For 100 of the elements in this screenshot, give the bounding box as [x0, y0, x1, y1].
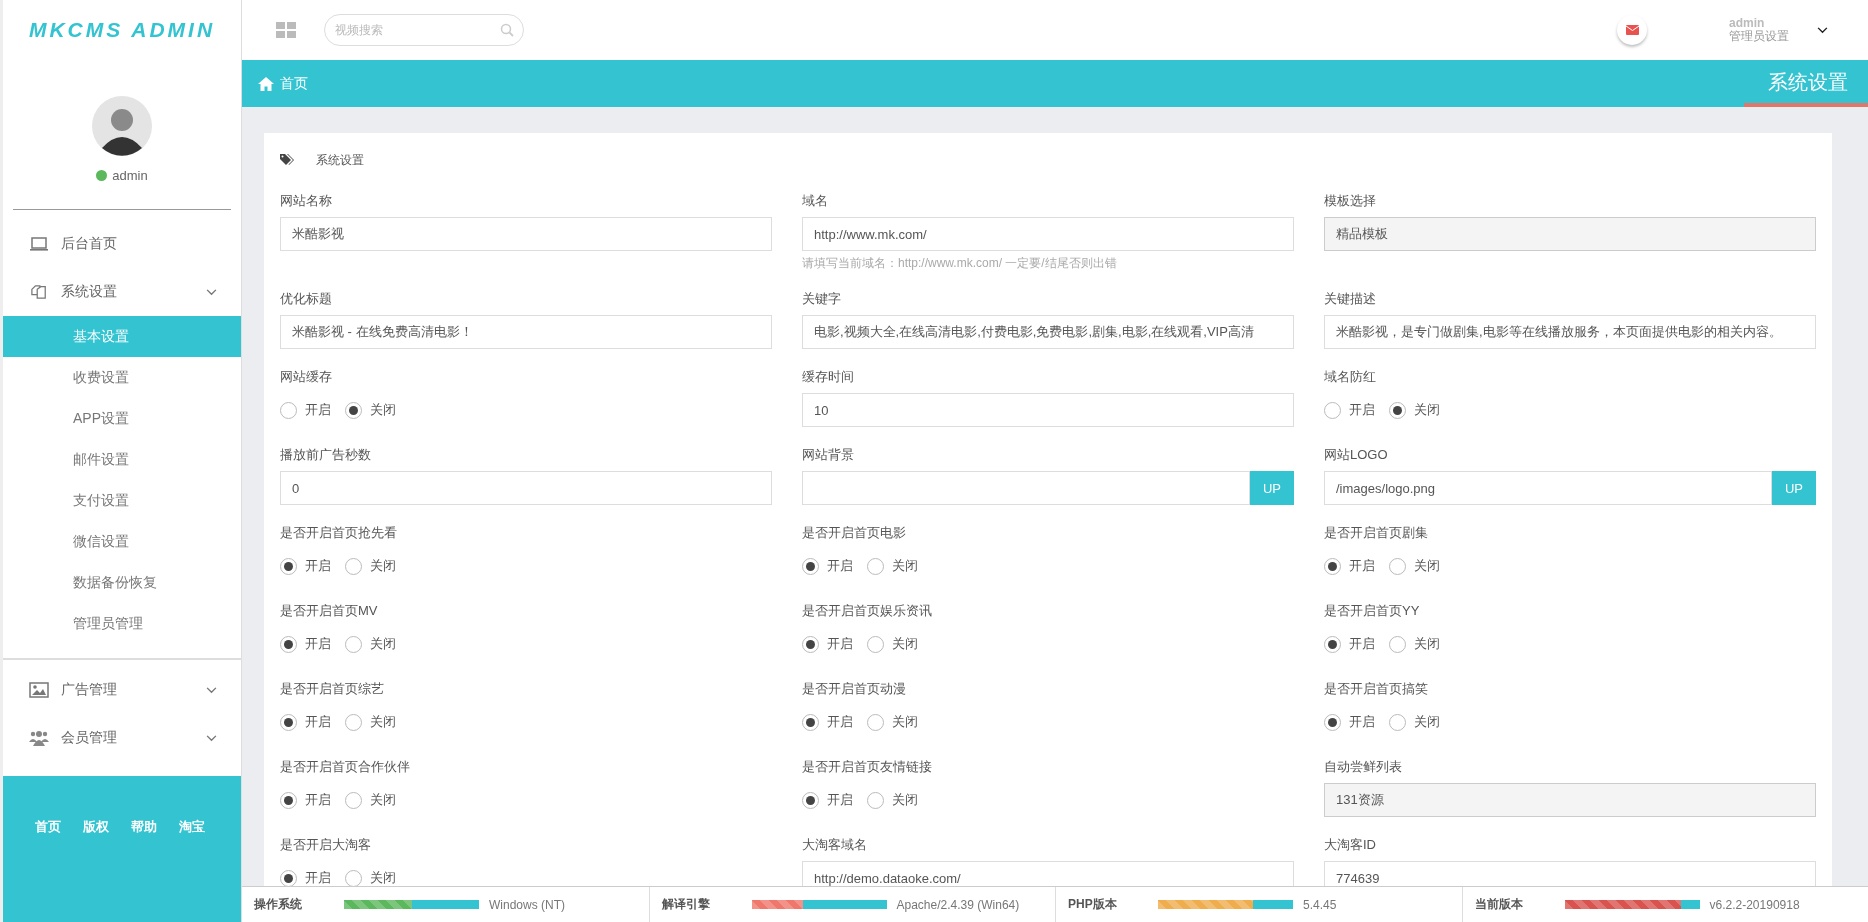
- text-field[interactable]: 0: [280, 471, 772, 505]
- radio-button[interactable]: [1324, 401, 1341, 419]
- radio-option[interactable]: 开启: [1324, 713, 1375, 731]
- radio-button[interactable]: [867, 635, 884, 653]
- nav-item[interactable]: 系统设置: [3, 268, 241, 316]
- radio-option[interactable]: 关闭: [1389, 635, 1440, 653]
- radio-option[interactable]: 开启: [280, 635, 331, 653]
- nav-item[interactable]: 后台首页: [3, 220, 241, 268]
- radio-button[interactable]: [802, 635, 819, 653]
- radio-button[interactable]: [280, 635, 297, 653]
- radio-option[interactable]: 关闭: [345, 713, 396, 731]
- radio-button[interactable]: [802, 791, 819, 809]
- text-field[interactable]: 电影,视频大全,在线高清电影,付费电影,免费电影,剧集,电影,在线观看,VIP高清: [802, 315, 1294, 349]
- card-title: 系统设置: [316, 151, 364, 169]
- radio-option[interactable]: 关闭: [345, 869, 396, 886]
- radio-option[interactable]: 开启: [280, 401, 331, 419]
- field-label: 网站名称: [280, 192, 333, 210]
- mail-button[interactable]: [1617, 15, 1647, 45]
- radio-option[interactable]: 关闭: [345, 401, 396, 419]
- radio-button[interactable]: [867, 713, 884, 731]
- radio-option[interactable]: 关闭: [867, 713, 918, 731]
- field-label: 优化标题: [280, 290, 333, 308]
- nav-item[interactable]: 会员管理: [3, 714, 241, 762]
- field-label: 大淘客ID: [1324, 836, 1377, 854]
- nav-subitem[interactable]: 管理员管理: [3, 603, 241, 644]
- radio-button[interactable]: [345, 557, 362, 575]
- radio-option[interactable]: 开启: [1324, 401, 1375, 419]
- radio-button[interactable]: [280, 869, 297, 886]
- field-label: 缓存时间: [802, 368, 855, 386]
- status-label: 解译引擎: [661, 896, 711, 913]
- radio-button[interactable]: [280, 791, 297, 809]
- field-label: 网站LOGO: [1324, 446, 1389, 464]
- radio-option[interactable]: 关闭: [867, 635, 918, 653]
- search-field[interactable]: 视频搜索: [324, 14, 524, 46]
- radio-button[interactable]: [280, 713, 297, 731]
- text-field[interactable]: 米酷影视，是专门做剧集,电影等在线播放服务，本页面提供电影的相关内容。: [1324, 315, 1816, 349]
- radio-button[interactable]: [345, 635, 362, 653]
- radio-button[interactable]: [345, 401, 362, 419]
- radio-option[interactable]: 开启: [280, 557, 331, 575]
- grid-icon[interactable]: [276, 22, 296, 38]
- text-field[interactable]: 米酷影视 - 在线免费高清电影！: [280, 315, 772, 349]
- radio-option[interactable]: 关闭: [345, 791, 396, 809]
- radio-option[interactable]: 关闭: [1389, 713, 1440, 731]
- avatar: [92, 96, 152, 156]
- page-title: 系统设置: [1744, 60, 1868, 107]
- radio-button[interactable]: [280, 557, 297, 575]
- radio-option[interactable]: 关闭: [345, 557, 396, 575]
- radio-button[interactable]: [345, 869, 362, 886]
- mail-icon: [1625, 25, 1639, 35]
- radio-button[interactable]: [1389, 401, 1406, 419]
- nav-subitem[interactable]: APP设置: [3, 398, 241, 439]
- field-label: 自动尝鲜列表: [1324, 758, 1403, 776]
- text-field[interactable]: http://www.mk.com/: [802, 217, 1294, 251]
- radio-button[interactable]: [1389, 635, 1406, 653]
- text-field[interactable]: 10: [802, 393, 1294, 427]
- nav-subitem[interactable]: 邮件设置: [3, 439, 241, 480]
- radio-option[interactable]: 开启: [802, 557, 853, 575]
- radio-button[interactable]: [802, 557, 819, 575]
- nav-item[interactable]: 广告管理: [3, 666, 241, 714]
- text-field[interactable]: 774639: [1324, 861, 1816, 886]
- radio-option[interactable]: 开启: [1324, 557, 1375, 575]
- text-field[interactable]: 米酷影视: [280, 217, 772, 251]
- search-icon[interactable]: [500, 23, 514, 37]
- radio-button[interactable]: [1324, 557, 1341, 575]
- status-value: 5.4.45: [1303, 897, 1337, 912]
- nav-subitem[interactable]: 支付设置: [3, 480, 241, 521]
- radio-option[interactable]: 开启: [802, 713, 853, 731]
- radio-button[interactable]: [280, 401, 297, 419]
- radio-button[interactable]: [1389, 557, 1406, 575]
- radio-option[interactable]: 开启: [280, 791, 331, 809]
- radio-option[interactable]: 开启: [802, 791, 853, 809]
- radio-button[interactable]: [345, 713, 362, 731]
- radio-button[interactable]: [1324, 713, 1341, 731]
- radio-option[interactable]: 关闭: [867, 791, 918, 809]
- radio-option[interactable]: 关闭: [1389, 401, 1440, 419]
- radio-option[interactable]: 开启: [280, 713, 331, 731]
- radio-button[interactable]: [1389, 713, 1406, 731]
- field-label: 是否开启首页电影: [802, 524, 907, 542]
- radio-option[interactable]: 关闭: [345, 635, 396, 653]
- status-value: v6.2.2-20190918: [1709, 897, 1800, 912]
- status-value: Apache/2.4.39 (Win64): [896, 897, 1020, 912]
- radio-option[interactable]: 关闭: [1389, 557, 1440, 575]
- nav-subitem[interactable]: 数据备份恢复: [3, 562, 241, 603]
- status-label: 当前版本: [1474, 896, 1524, 913]
- field-label: 是否开启首页动漫: [802, 680, 907, 698]
- radio-button[interactable]: [1324, 635, 1341, 653]
- text-field[interactable]: http://demo.dataoke.com/: [802, 861, 1294, 886]
- radio-button[interactable]: [867, 557, 884, 575]
- text-field[interactable]: [802, 471, 1250, 505]
- radio-button[interactable]: [345, 791, 362, 809]
- copy-icon: [29, 284, 49, 300]
- radio-option[interactable]: 开启: [802, 635, 853, 653]
- nav-subitem[interactable]: 收费设置: [3, 357, 241, 398]
- text-field[interactable]: /images/logo.png: [1324, 471, 1772, 505]
- radio-button[interactable]: [867, 791, 884, 809]
- radio-option[interactable]: 关闭: [867, 557, 918, 575]
- radio-option[interactable]: 开启: [1324, 635, 1375, 653]
- nav-subitem[interactable]: 微信设置: [3, 521, 241, 562]
- radio-button[interactable]: [802, 713, 819, 731]
- field-label: 是否开启首页YY: [1324, 602, 1421, 620]
